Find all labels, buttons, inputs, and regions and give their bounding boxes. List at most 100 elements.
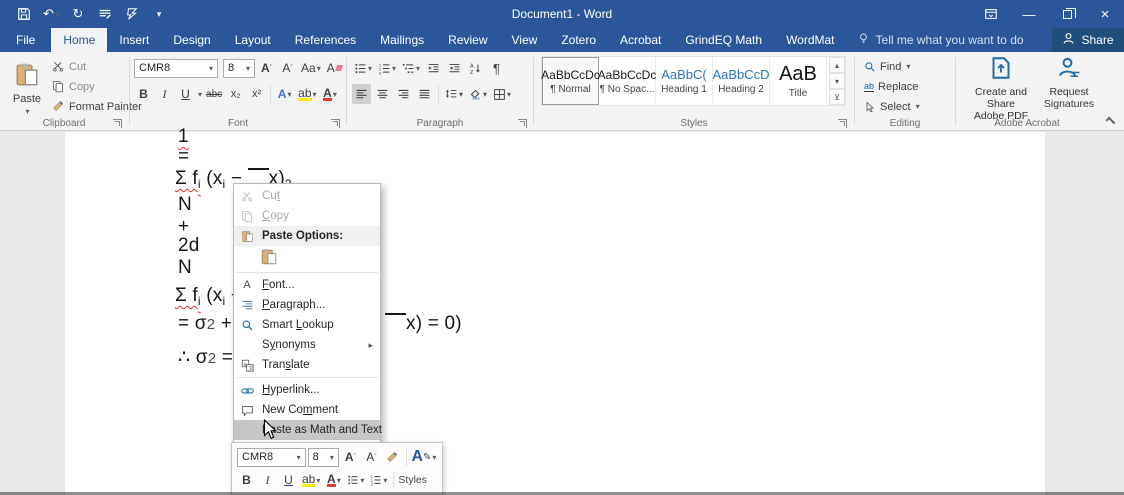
text-effects-button[interactable]: A ▾ xyxy=(275,84,294,104)
touch-mode-icon[interactable] xyxy=(97,6,113,22)
styles-scroll-down-icon[interactable]: ▾ xyxy=(829,73,845,89)
find-button[interactable]: Find ▾ xyxy=(864,58,920,75)
tab-view[interactable]: View xyxy=(500,28,550,52)
align-center-button[interactable] xyxy=(373,84,392,104)
menu-item-translate[interactable]: Translate xyxy=(234,355,380,375)
save-icon[interactable] xyxy=(16,6,32,22)
superscript-button[interactable]: x² xyxy=(247,84,266,104)
paste-option-keep-source[interactable] xyxy=(234,246,380,270)
menu-item-new-comment[interactable]: New Comment xyxy=(234,400,380,420)
tab-mailings[interactable]: Mailings xyxy=(368,28,436,52)
increase-indent-button[interactable] xyxy=(445,58,464,78)
mini-numbering-button[interactable]: ▾ xyxy=(368,470,389,490)
mini-bold-button[interactable]: B xyxy=(237,470,256,490)
tab-review[interactable]: Review xyxy=(436,28,499,52)
font-name-combobox[interactable]: CMR8 ▾ xyxy=(134,58,218,78)
show-hide-pilcrow-button[interactable]: ¶ xyxy=(487,58,506,78)
style-title[interactable]: AaB Title xyxy=(770,57,827,105)
decrease-indent-button[interactable] xyxy=(424,58,443,78)
collapse-ribbon-icon[interactable] xyxy=(1105,116,1116,127)
mini-shrink-font-button[interactable]: Aˇ xyxy=(362,447,381,467)
ribbon-display-options-icon[interactable] xyxy=(972,0,1010,28)
menu-item-paste-as-math-and-text[interactable]: Paste as Math and Text xyxy=(234,420,382,440)
minimize-icon[interactable]: — xyxy=(1010,0,1048,28)
tab-wordmat[interactable]: WordMat xyxy=(774,28,846,52)
strikethrough-button[interactable]: abc xyxy=(204,84,224,104)
paragraph-dialog-launcher[interactable] xyxy=(518,119,527,128)
sort-button[interactable] xyxy=(466,58,485,78)
mini-font-name-combobox[interactable]: CMR8 ▾ xyxy=(237,447,306,467)
justify-button[interactable] xyxy=(415,84,434,104)
restore-icon[interactable] xyxy=(1048,0,1086,28)
mini-underline-button[interactable]: U xyxy=(279,470,298,490)
numbering-button[interactable]: ▾ xyxy=(376,58,398,78)
italic-button[interactable]: I xyxy=(155,84,174,104)
text-highlight-button[interactable]: ab ▾ xyxy=(296,84,318,104)
tab-home[interactable]: Home xyxy=(51,28,108,52)
quick-action-icon[interactable] xyxy=(124,6,140,22)
tab-references[interactable]: References xyxy=(283,28,368,52)
menu-item-synonyms[interactable]: Synonyms ▸ xyxy=(234,335,380,355)
style-normal[interactable]: AaBbCcDc ¶ Normal xyxy=(541,57,600,105)
bold-button[interactable]: B xyxy=(134,84,153,104)
styles-scroll-up-icon[interactable]: ▴ xyxy=(829,57,845,73)
style-heading-1[interactable]: AaBbC( Heading 1 xyxy=(656,57,713,105)
select-button[interactable]: Select ▾ xyxy=(864,98,920,115)
bullets-button[interactable]: ▾ xyxy=(352,58,374,78)
mini-font-size-combobox[interactable]: 8 ▾ xyxy=(307,447,339,467)
align-left-button[interactable] xyxy=(352,84,371,104)
paste-button[interactable]: Paste ▾ xyxy=(6,56,48,122)
mini-italic-button[interactable]: I xyxy=(258,470,277,490)
replace-button[interactable]: ab Replace xyxy=(864,78,920,95)
clipboard-dialog-launcher[interactable] xyxy=(113,119,122,128)
font-color-button[interactable]: A ▾ xyxy=(321,84,340,104)
clear-formatting-button[interactable]: A xyxy=(325,58,344,78)
close-icon[interactable]: × xyxy=(1086,0,1124,28)
line-spacing-button[interactable]: ▾ xyxy=(443,84,465,104)
tab-layout[interactable]: Layout xyxy=(223,28,283,52)
request-signatures-button[interactable]: Request Signatures xyxy=(1043,56,1095,110)
borders-button[interactable]: ▾ xyxy=(491,84,513,104)
font-size-combobox[interactable]: 8 ▾ xyxy=(223,58,255,78)
grow-font-button[interactable]: Aˆ xyxy=(257,58,276,78)
menu-item-smart-lookup[interactable]: Smart Lookup xyxy=(234,315,380,335)
multilevel-list-button[interactable]: ▾ xyxy=(400,58,422,78)
underline-button[interactable]: U xyxy=(176,84,195,104)
tab-acrobat[interactable]: Acrobat xyxy=(608,28,673,52)
tab-grindeq-math[interactable]: GrindEQ Math xyxy=(673,28,774,52)
mini-font-color-button[interactable]: A ▾ xyxy=(324,470,343,490)
tell-me-box[interactable]: Tell me what you want to do xyxy=(847,28,1034,52)
tab-insert[interactable]: Insert xyxy=(107,28,161,52)
paste-caret-icon[interactable]: ▾ xyxy=(25,107,29,116)
style-no-spacing[interactable]: AaBbCcDc ¶ No Spac... xyxy=(598,57,656,105)
tab-file[interactable]: File xyxy=(0,28,51,52)
mini-styles-gallery-icon[interactable]: A ✎ ▾ xyxy=(411,447,437,467)
change-case-button[interactable]: Aa ▾ xyxy=(299,58,323,78)
share-button[interactable]: Share xyxy=(1052,28,1124,52)
mini-format-painter-icon[interactable] xyxy=(383,447,402,467)
style-heading-2[interactable]: AaBbCcD Heading 2 xyxy=(712,57,770,105)
shrink-font-button[interactable]: Aˇ xyxy=(278,58,297,78)
tab-design[interactable]: Design xyxy=(161,28,222,52)
create-share-pdf-button[interactable]: Create and Share Adobe PDF xyxy=(961,56,1041,122)
mini-bullets-button[interactable]: ▾ xyxy=(345,470,366,490)
shading-button[interactable]: ▾ xyxy=(467,84,489,104)
underline-caret-icon[interactable]: ▾ xyxy=(198,90,202,99)
styles-dialog-launcher[interactable] xyxy=(838,119,847,128)
redo-icon[interactable]: ↻ xyxy=(70,6,86,22)
undo-icon[interactable]: ↶ ▾ xyxy=(43,6,59,22)
customize-qat-icon[interactable]: ▾ xyxy=(151,6,167,22)
menu-item-cut[interactable]: Cut xyxy=(234,186,380,206)
mini-grow-font-button[interactable]: Aˆ xyxy=(341,447,360,467)
tab-zotero[interactable]: Zotero xyxy=(549,28,608,52)
menu-item-copy[interactable]: Copy xyxy=(234,206,380,226)
font-dialog-launcher[interactable] xyxy=(331,119,340,128)
mini-styles-label[interactable]: Styles xyxy=(398,474,427,486)
styles-more-icon[interactable]: ⊻ xyxy=(829,89,845,105)
menu-item-hyperlink[interactable]: Hyperlink... xyxy=(234,380,380,400)
undo-caret-icon[interactable]: ▾ xyxy=(55,10,59,19)
mini-highlight-button[interactable]: ab ▾ xyxy=(300,470,322,490)
menu-item-paragraph[interactable]: Paragraph... xyxy=(234,295,380,315)
menu-item-font[interactable]: A Font... xyxy=(234,275,380,295)
align-right-button[interactable] xyxy=(394,84,413,104)
